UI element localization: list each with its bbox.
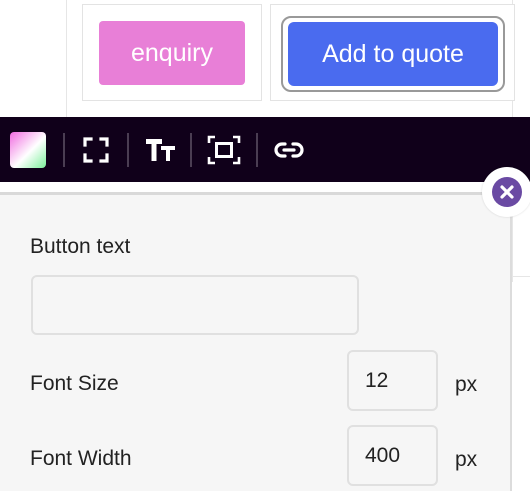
- toolbar-separator: [190, 133, 192, 167]
- enquiry-button[interactable]: enquiry: [99, 21, 245, 85]
- toolbar-separator: [127, 133, 129, 167]
- font-width-label: Font Width: [30, 447, 132, 470]
- enquiry-cell: enquiry: [82, 4, 262, 101]
- fit-frame-icon[interactable]: [206, 130, 242, 170]
- font-size-unit: px: [455, 373, 478, 396]
- add-to-quote-button[interactable]: Add to quote: [288, 22, 498, 86]
- text-size-icon[interactable]: [144, 130, 178, 170]
- font-size-input[interactable]: [347, 350, 438, 411]
- font-width-unit: px: [455, 448, 478, 471]
- font-width-input[interactable]: [347, 425, 438, 486]
- page-divider-left: [66, 0, 67, 117]
- button-text-input[interactable]: [31, 275, 359, 335]
- page-hline: [512, 276, 530, 277]
- toolbar-separator: [256, 133, 258, 167]
- quote-cell: Add to quote: [270, 4, 515, 101]
- close-button-ring: [482, 167, 530, 217]
- fullscreen-icon[interactable]: [80, 130, 112, 170]
- editor-toolbar: [0, 117, 530, 182]
- toolbar-separator: [63, 133, 65, 167]
- button-text-label: Button text: [30, 235, 131, 258]
- close-icon: [500, 185, 514, 199]
- link-icon[interactable]: [272, 130, 306, 170]
- color-swatch-button[interactable]: [10, 132, 46, 168]
- close-panel-button[interactable]: [492, 177, 522, 207]
- button-settings-panel: Button text Font Size px Font Width px: [0, 192, 512, 491]
- font-size-label: Font Size: [30, 372, 119, 395]
